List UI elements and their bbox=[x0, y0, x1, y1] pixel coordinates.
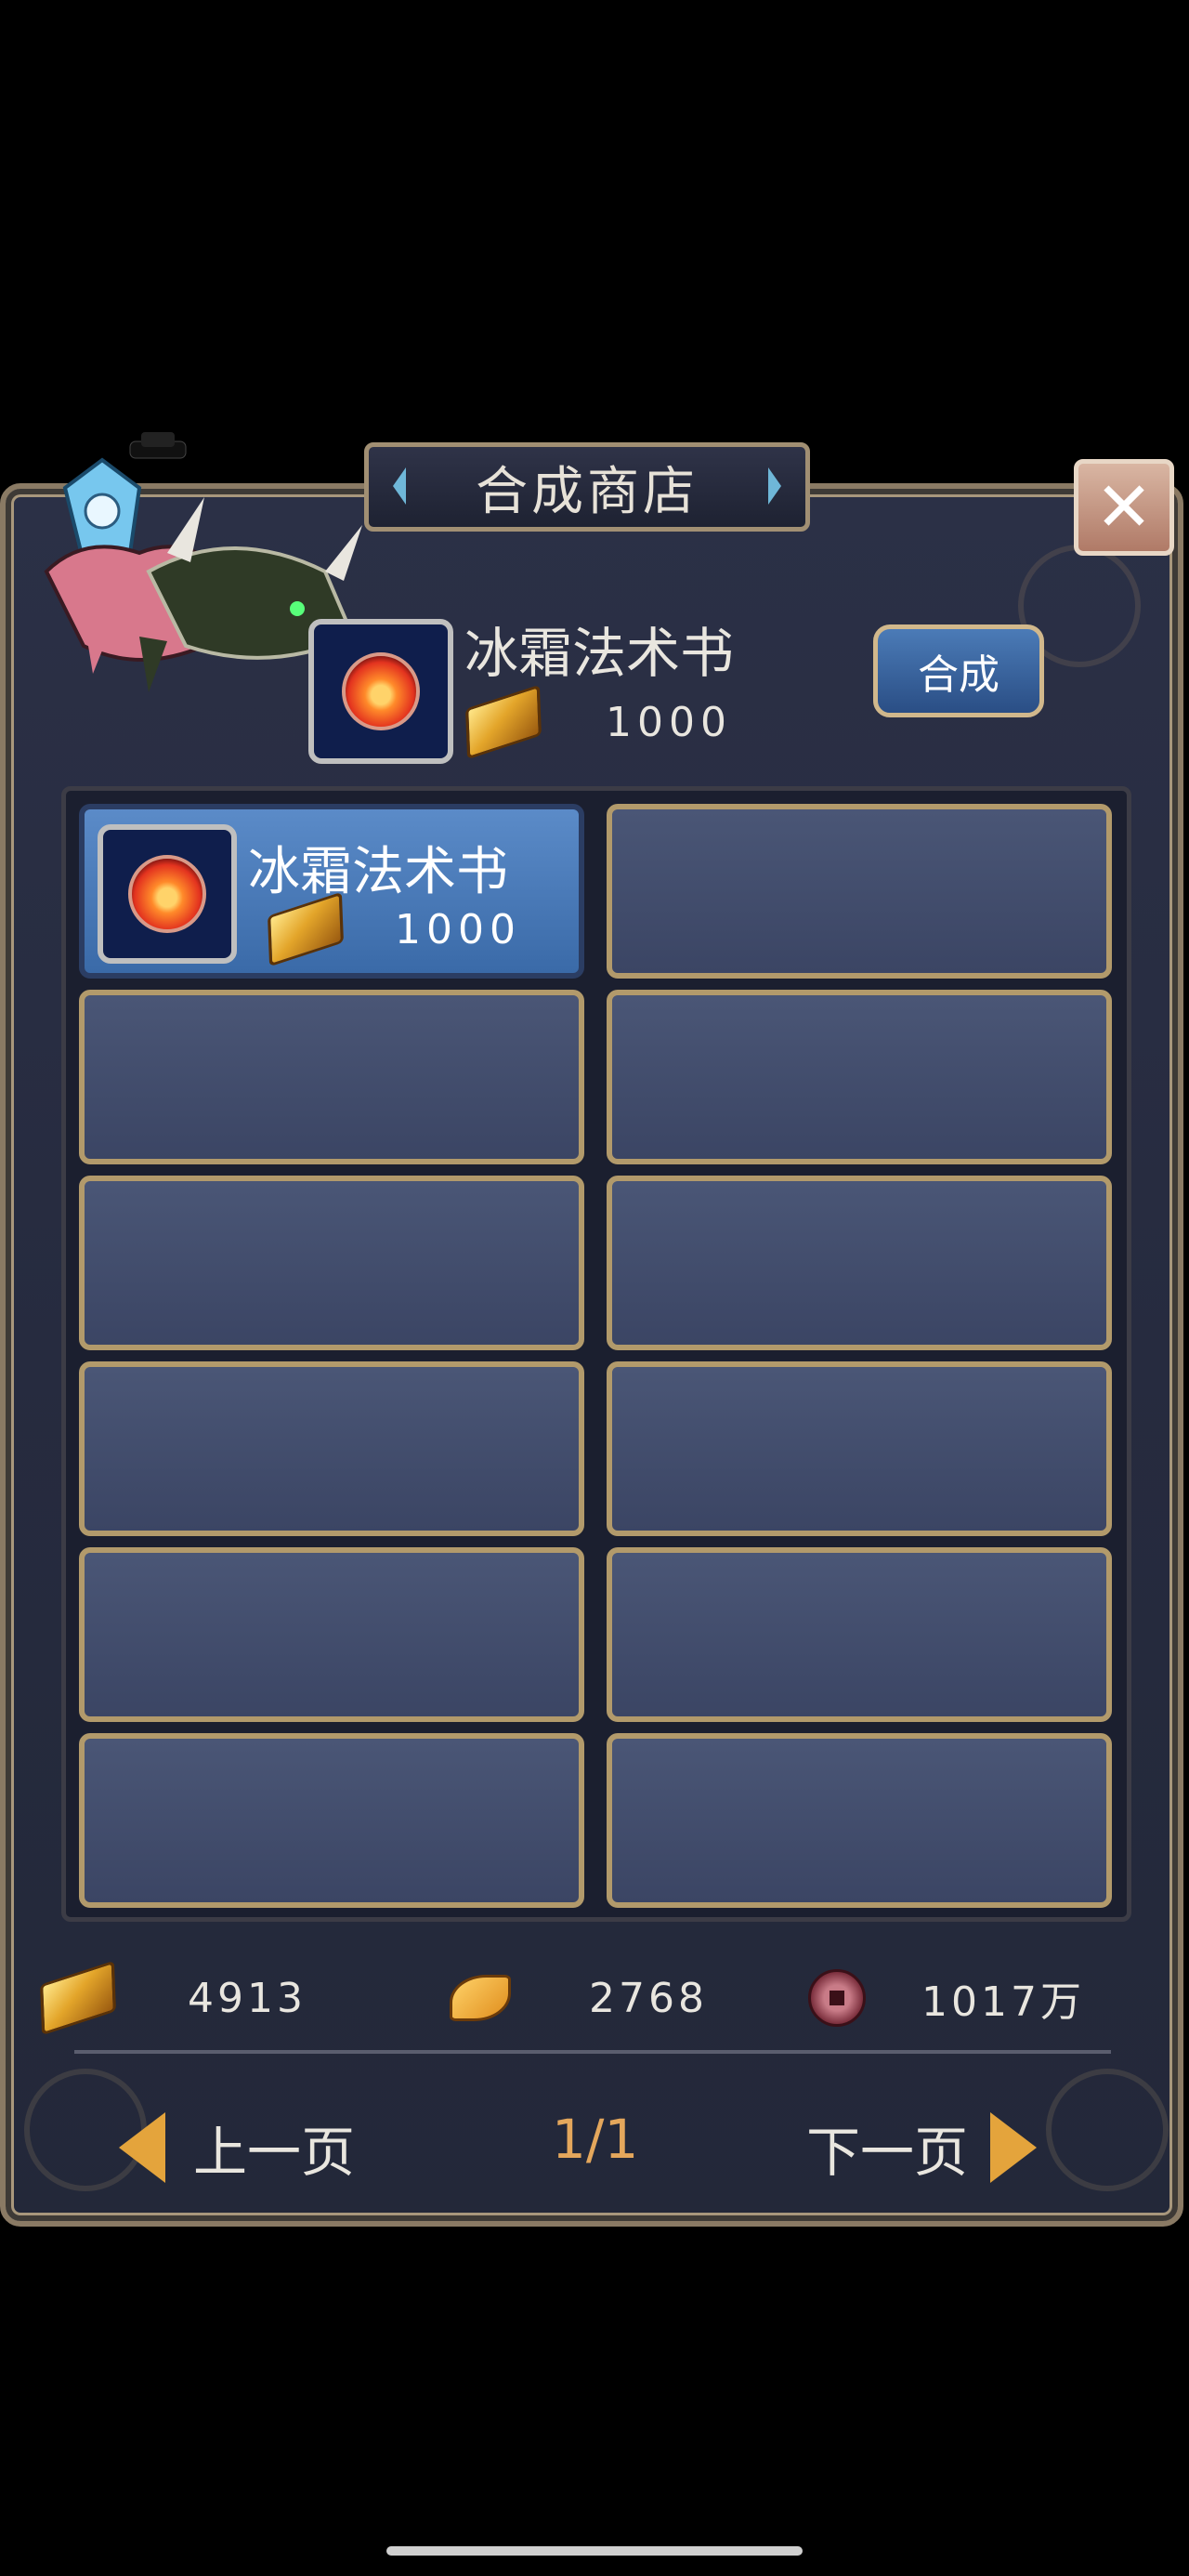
item-name: 冰霜法术书 bbox=[248, 842, 508, 902]
item-grid: 冰霜法术书 1000 bbox=[61, 786, 1131, 1922]
close-button[interactable]: ✕ bbox=[1074, 459, 1174, 556]
item-slot[interactable] bbox=[607, 990, 1112, 1164]
leaf-amount: 2768 bbox=[589, 1974, 708, 2022]
gold-amount: 4913 bbox=[188, 1974, 307, 2022]
title-plate: 合成商店 bbox=[364, 442, 810, 532]
gold-currency: 4913 bbox=[40, 1960, 307, 2036]
next-page-label: 下一页 bbox=[806, 2121, 969, 2184]
item-slot[interactable] bbox=[607, 804, 1112, 979]
combine-label: 合成 bbox=[918, 651, 1000, 699]
close-icon: ✕ bbox=[1094, 467, 1153, 547]
prev-page-button[interactable]: 上一页 bbox=[119, 2108, 355, 2188]
item-slot[interactable] bbox=[607, 1547, 1112, 1722]
coin-amount: 1017万 bbox=[921, 1978, 1085, 2026]
combine-button[interactable]: 合成 bbox=[873, 624, 1044, 717]
ornament bbox=[1046, 2069, 1169, 2191]
item-slot[interactable] bbox=[607, 1176, 1112, 1350]
fire-book-icon bbox=[342, 652, 420, 730]
item-slot[interactable] bbox=[607, 1361, 1112, 1536]
header-item-price: 1000 bbox=[606, 699, 732, 746]
window-title: 合成商店 bbox=[476, 461, 699, 522]
coin-currency: 1017万 bbox=[808, 1961, 1085, 2035]
item-slot[interactable] bbox=[607, 1733, 1112, 1908]
page-indicator: 1/1 bbox=[552, 2108, 639, 2171]
leaf-icon bbox=[450, 1975, 511, 2021]
divider bbox=[74, 2050, 1111, 2054]
right-arrow-icon bbox=[990, 2112, 1038, 2183]
item-price: 1000 bbox=[395, 906, 521, 953]
header-item-name: 冰霜法术书 bbox=[464, 622, 735, 685]
gold-ingot-icon bbox=[40, 1960, 116, 2036]
prev-page-label: 上一页 bbox=[193, 2121, 356, 2184]
header-item-icon bbox=[308, 619, 453, 764]
item-slot[interactable] bbox=[79, 1733, 584, 1908]
next-page-button[interactable]: 下一页 bbox=[806, 2108, 1038, 2188]
item-slot[interactable]: 冰霜法术书 1000 bbox=[79, 804, 584, 979]
leaf-currency: 2768 bbox=[450, 1961, 708, 2035]
item-icon-frame bbox=[98, 824, 237, 964]
item-slot[interactable] bbox=[79, 990, 584, 1164]
item-slot[interactable] bbox=[79, 1361, 584, 1536]
item-slot[interactable] bbox=[79, 1547, 584, 1722]
fire-book-icon bbox=[128, 855, 206, 933]
coin-icon bbox=[808, 1969, 866, 2027]
home-indicator bbox=[386, 2546, 803, 2556]
item-slot[interactable] bbox=[79, 1176, 584, 1350]
left-arrow-icon bbox=[119, 2112, 165, 2183]
